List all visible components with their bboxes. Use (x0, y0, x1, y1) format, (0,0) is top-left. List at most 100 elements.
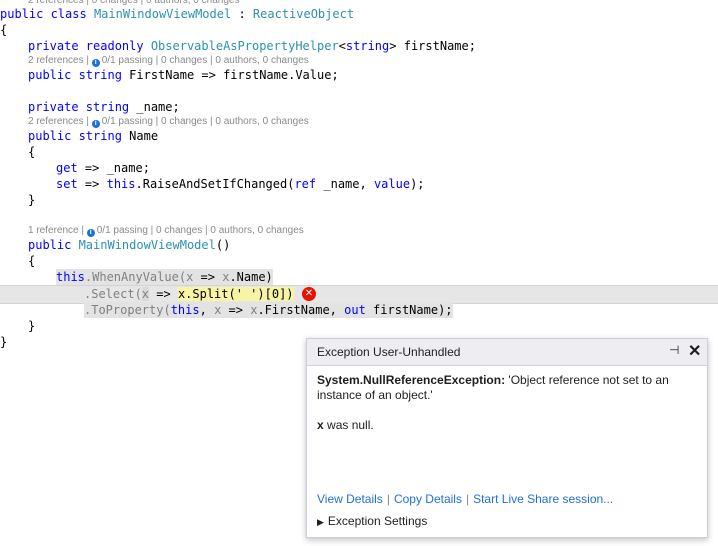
exception-text-line2: instance of an object.' (317, 388, 433, 402)
code-line-4[interactable]: public string FirstName => firstName.Val… (0, 67, 718, 83)
keyword: string (85, 100, 137, 114)
code-text: => (193, 270, 223, 284)
keyword: this (170, 303, 200, 317)
type-name: MainWindowViewModel (78, 238, 216, 252)
code-text: .WhenAnyValue( (84, 270, 187, 284)
keyword: this (106, 177, 136, 191)
code-line-12[interactable]: { (0, 253, 718, 269)
keyword: public (28, 129, 79, 143)
null-variable-name: x (317, 418, 324, 432)
start-live-share-link[interactable]: Start Live Share session... (473, 492, 613, 506)
exception-settings-label: Exception Settings (327, 514, 428, 528)
code-line-14[interactable]: .Select(x => x.Split(' ')[0]) (0, 286, 718, 302)
code-text: : (231, 7, 253, 21)
code-text: => _name; (77, 161, 150, 175)
test-info-icon: i (86, 229, 95, 237)
error-icon[interactable]: ✕ (302, 287, 316, 301)
code-line-1[interactable]: public class MainWindowViewModel : React… (0, 6, 718, 22)
null-variable-message: x was null. (317, 418, 374, 432)
type-name: ObservableAsPropertyHelper (150, 39, 339, 53)
code-text: { (28, 254, 36, 268)
code-line-2[interactable]: { (0, 22, 718, 38)
keyword: readonly (85, 39, 151, 53)
code-text: { (0, 23, 8, 37)
keyword: public (0, 7, 51, 21)
link-separator: | (386, 492, 390, 506)
codelens-text: 2 references | i 0/1 passing | 0 changes … (28, 55, 309, 67)
keyword: string (78, 68, 130, 82)
exception-message: System.NullReferenceException: 'Object r… (317, 373, 693, 403)
code-text: .RaiseAndSetIfChanged( (135, 177, 295, 191)
keyword: ref (294, 177, 317, 191)
code-line-9[interactable]: set => this.RaiseAndSetIfChanged(ref _na… (0, 176, 718, 192)
code-text: Name (129, 129, 159, 143)
code-line-11[interactable]: public MainWindowViewModel() (0, 237, 718, 253)
copy-details-link[interactable]: Copy Details (394, 492, 462, 506)
exception-settings-expander[interactable]: ▶ Exception Settings (317, 514, 427, 528)
pin-icon[interactable]: ⊣ (669, 343, 679, 357)
code-text: _name; (136, 100, 180, 114)
codelens-firstname[interactable]: 2 references | i 0/1 passing | 0 changes … (28, 54, 309, 68)
code-text: < (338, 39, 346, 53)
keyword: string (345, 39, 390, 53)
code-line-15[interactable]: .ToProperty(this, x => x.FirstName, out … (0, 302, 718, 318)
code-text: , (199, 303, 215, 317)
keyword: set (56, 177, 78, 191)
codelens-ctor[interactable]: 1 reference | i 0/1 passing | 0 changes |… (28, 224, 304, 238)
code-line-5[interactable]: private string _name; (0, 99, 718, 115)
keyword: out (344, 303, 366, 317)
code-text: .ToProperty( (84, 303, 171, 317)
code-text: .Select( (84, 287, 142, 301)
code-text: => (221, 303, 251, 317)
code-text: } (28, 193, 36, 207)
code-text: ); (410, 177, 425, 191)
code-text: => (149, 287, 178, 301)
code-line-7[interactable]: { (0, 144, 718, 160)
code-line-8[interactable]: get => _name; (0, 160, 718, 176)
keyword: public (28, 68, 79, 82)
keyword: class (50, 7, 94, 21)
code-line-13[interactable]: this.WhenAnyValue(x => x.Name) (0, 269, 718, 285)
exception-type: System.NullReferenceException: (317, 373, 506, 387)
link-separator: | (465, 492, 470, 506)
popup-title: Exception User-Unhandled (317, 345, 461, 359)
test-info-icon: i (91, 120, 100, 128)
code-line-10[interactable]: } (0, 192, 718, 208)
keyword: private (28, 100, 86, 114)
code-text: FirstName => firstName.Value; (129, 68, 339, 82)
keyword: this (56, 270, 85, 284)
popup-header: Exception User-Unhandled ⊣ ✕ (307, 339, 707, 366)
popup-links: View Details | Copy Details | Start Live Sha… (317, 492, 613, 506)
code-text: } (0, 335, 8, 349)
error-expression: x.Split(' ')[0]) (177, 287, 294, 301)
code-text: _name, (316, 177, 374, 191)
keyword: value (373, 177, 411, 191)
code-line-16[interactable]: } (0, 318, 718, 334)
code-line-3[interactable]: private readonly ObservableAsPropertyHel… (0, 38, 718, 54)
codelens-name[interactable]: 2 references | i 0/1 passing | 0 changes … (28, 115, 309, 129)
exception-popup: Exception User-Unhandled ⊣ ✕ System.Null… (306, 338, 708, 538)
test-info-icon: i (91, 59, 100, 67)
null-message-text: was null. (323, 418, 374, 432)
code-text: > firstName; (389, 39, 476, 53)
code-text: firstName); (365, 303, 453, 317)
code-text: () (215, 238, 231, 252)
keyword: private (28, 39, 86, 53)
view-details-link[interactable]: View Details (317, 492, 383, 506)
code-text: x (141, 287, 150, 301)
code-text: => (77, 177, 107, 191)
keyword: get (56, 161, 78, 175)
type-name: MainWindowViewModel (93, 7, 232, 21)
code-text: .Name) (229, 270, 273, 284)
code-text: } (28, 319, 36, 333)
type-name: ReactiveObject (252, 7, 355, 21)
keyword: string (78, 129, 130, 143)
close-icon[interactable]: ✕ (688, 341, 701, 361)
keyword: public (28, 238, 79, 252)
code-text: { (28, 145, 36, 159)
exception-text: 'Object reference not set to an (505, 373, 669, 387)
code-text: .FirstName, (257, 303, 345, 317)
code-line-6[interactable]: public string Name (0, 128, 718, 144)
codelens-text: 1 reference | i 0/1 passing | 0 changes |… (28, 225, 304, 237)
codelens-text: 2 references | i 0/1 passing | 0 changes … (28, 116, 309, 128)
